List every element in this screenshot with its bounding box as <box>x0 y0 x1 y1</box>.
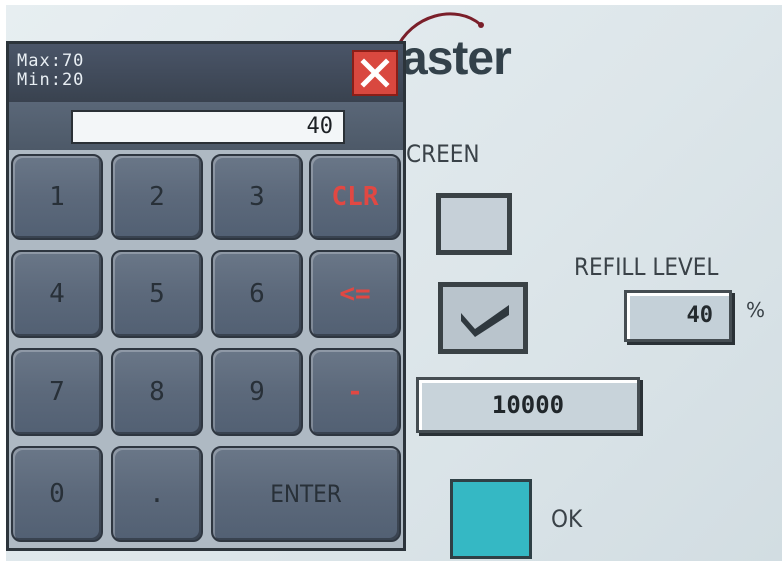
key-8[interactable]: 8 <box>111 348 203 436</box>
key-4[interactable]: 4 <box>11 250 103 338</box>
refill-level-field[interactable]: 40 <box>624 290 732 342</box>
key-backspace[interactable]: <= <box>309 250 401 338</box>
checkmark-icon <box>461 305 509 337</box>
app-logo: aster <box>401 32 512 85</box>
keypad-display: 40 <box>71 110 345 144</box>
key-7[interactable]: 7 <box>11 348 103 436</box>
hmi-screen: aster CREEN REFILL LEVEL 40 % 10000 OK M… <box>6 5 782 561</box>
key-5[interactable]: 5 <box>111 250 203 338</box>
keypad-close-button[interactable] <box>352 50 398 96</box>
key-6[interactable]: 6 <box>211 250 303 338</box>
key-1[interactable]: 1 <box>11 154 103 240</box>
ok-label: OK <box>551 505 583 533</box>
screen-title-label: CREEN <box>406 140 480 168</box>
key-enter[interactable]: ENTER <box>211 446 401 542</box>
refill-unit-label: % <box>746 298 766 322</box>
refill-level-label: REFILL LEVEL <box>574 253 719 281</box>
keypad-header: Max:70 Min:20 <box>9 44 403 102</box>
key-decimal[interactable]: . <box>111 446 203 542</box>
close-icon <box>360 58 390 88</box>
keypad-limits: Max:70 Min:20 <box>17 52 84 90</box>
key-clear[interactable]: CLR <box>309 154 401 240</box>
option-checkbox-checked[interactable] <box>438 282 528 354</box>
key-minus[interactable]: - <box>309 348 401 436</box>
numeric-value-field[interactable]: 10000 <box>416 377 640 433</box>
numeric-keypad-popup: Max:70 Min:20 40 1 2 3 CLR 4 5 6 <= 7 8 … <box>6 41 406 551</box>
option-checkbox-unchecked[interactable] <box>436 193 512 255</box>
min-limit-label: Min:20 <box>17 70 85 90</box>
key-0[interactable]: 0 <box>11 446 103 542</box>
keypad-display-row: 40 <box>9 102 403 150</box>
max-limit-label: Max:70 <box>17 51 85 71</box>
key-3[interactable]: 3 <box>211 154 303 240</box>
keypad-grid: 1 2 3 CLR 4 5 6 <= 7 8 9 - 0 . ENTER <box>9 150 403 548</box>
key-2[interactable]: 2 <box>111 154 203 240</box>
ok-status-indicator[interactable] <box>450 479 532 559</box>
key-9[interactable]: 9 <box>211 348 303 436</box>
